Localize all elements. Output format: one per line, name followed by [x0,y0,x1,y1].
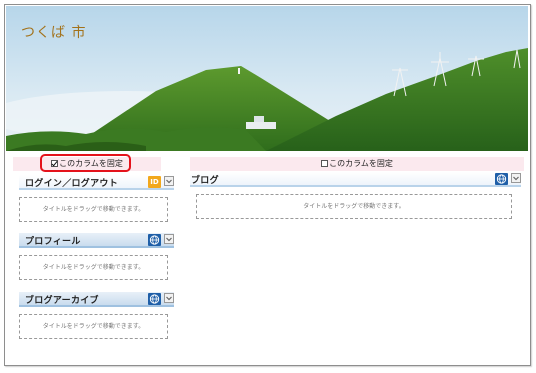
widget-header[interactable]: プロフィール [19,233,174,248]
widget-profile: プロフィール タイトルをドラッグで移動できます。 [19,233,174,280]
dropdown-icon[interactable] [164,293,174,305]
right-lock-label: このカラムを固定 [329,159,393,168]
dropdown-icon[interactable] [511,173,521,185]
drop-zone: タイトルをドラッグで移動できます。 [19,255,168,280]
widget-blog: ブログ タイトルをドラッグで移動できます。 [190,172,521,219]
globe-icon[interactable] [148,293,161,305]
widget-title[interactable]: ブログ [191,173,219,186]
widget-header[interactable]: ブログアーカイブ [19,292,174,307]
widget-header[interactable]: ログイン／ログアウト ID [19,175,174,190]
id-icon[interactable]: ID [148,176,161,188]
drop-zone: タイトルをドラッグで移動できます。 [19,197,168,222]
globe-icon[interactable] [148,234,161,246]
widget-title[interactable]: ログイン／ログアウト [25,176,118,189]
checkbox-icon[interactable] [321,160,329,167]
globe-icon[interactable] [495,173,508,185]
header-banner: つくば 市 [6,6,528,151]
highlight-outline [40,154,131,172]
widget-header[interactable]: ブログ [190,172,521,187]
right-column-lock[interactable]: このカラムを固定 [190,157,524,171]
widget-title[interactable]: ブログアーカイブ [25,293,99,306]
widget-archive: ブログアーカイブ タイトルをドラッグで移動できます。 [19,292,174,339]
site-title: つくば 市 [21,25,87,41]
dropdown-icon[interactable] [164,176,174,188]
drop-zone: タイトルをドラッグで移動できます。 [19,314,168,339]
widget-login: ログイン／ログアウト ID タイトルをドラッグで移動できます。 [19,175,174,222]
drop-zone: タイトルをドラッグで移動できます。 [196,194,512,219]
widget-title[interactable]: プロフィール [25,234,81,247]
dropdown-icon[interactable] [164,234,174,246]
